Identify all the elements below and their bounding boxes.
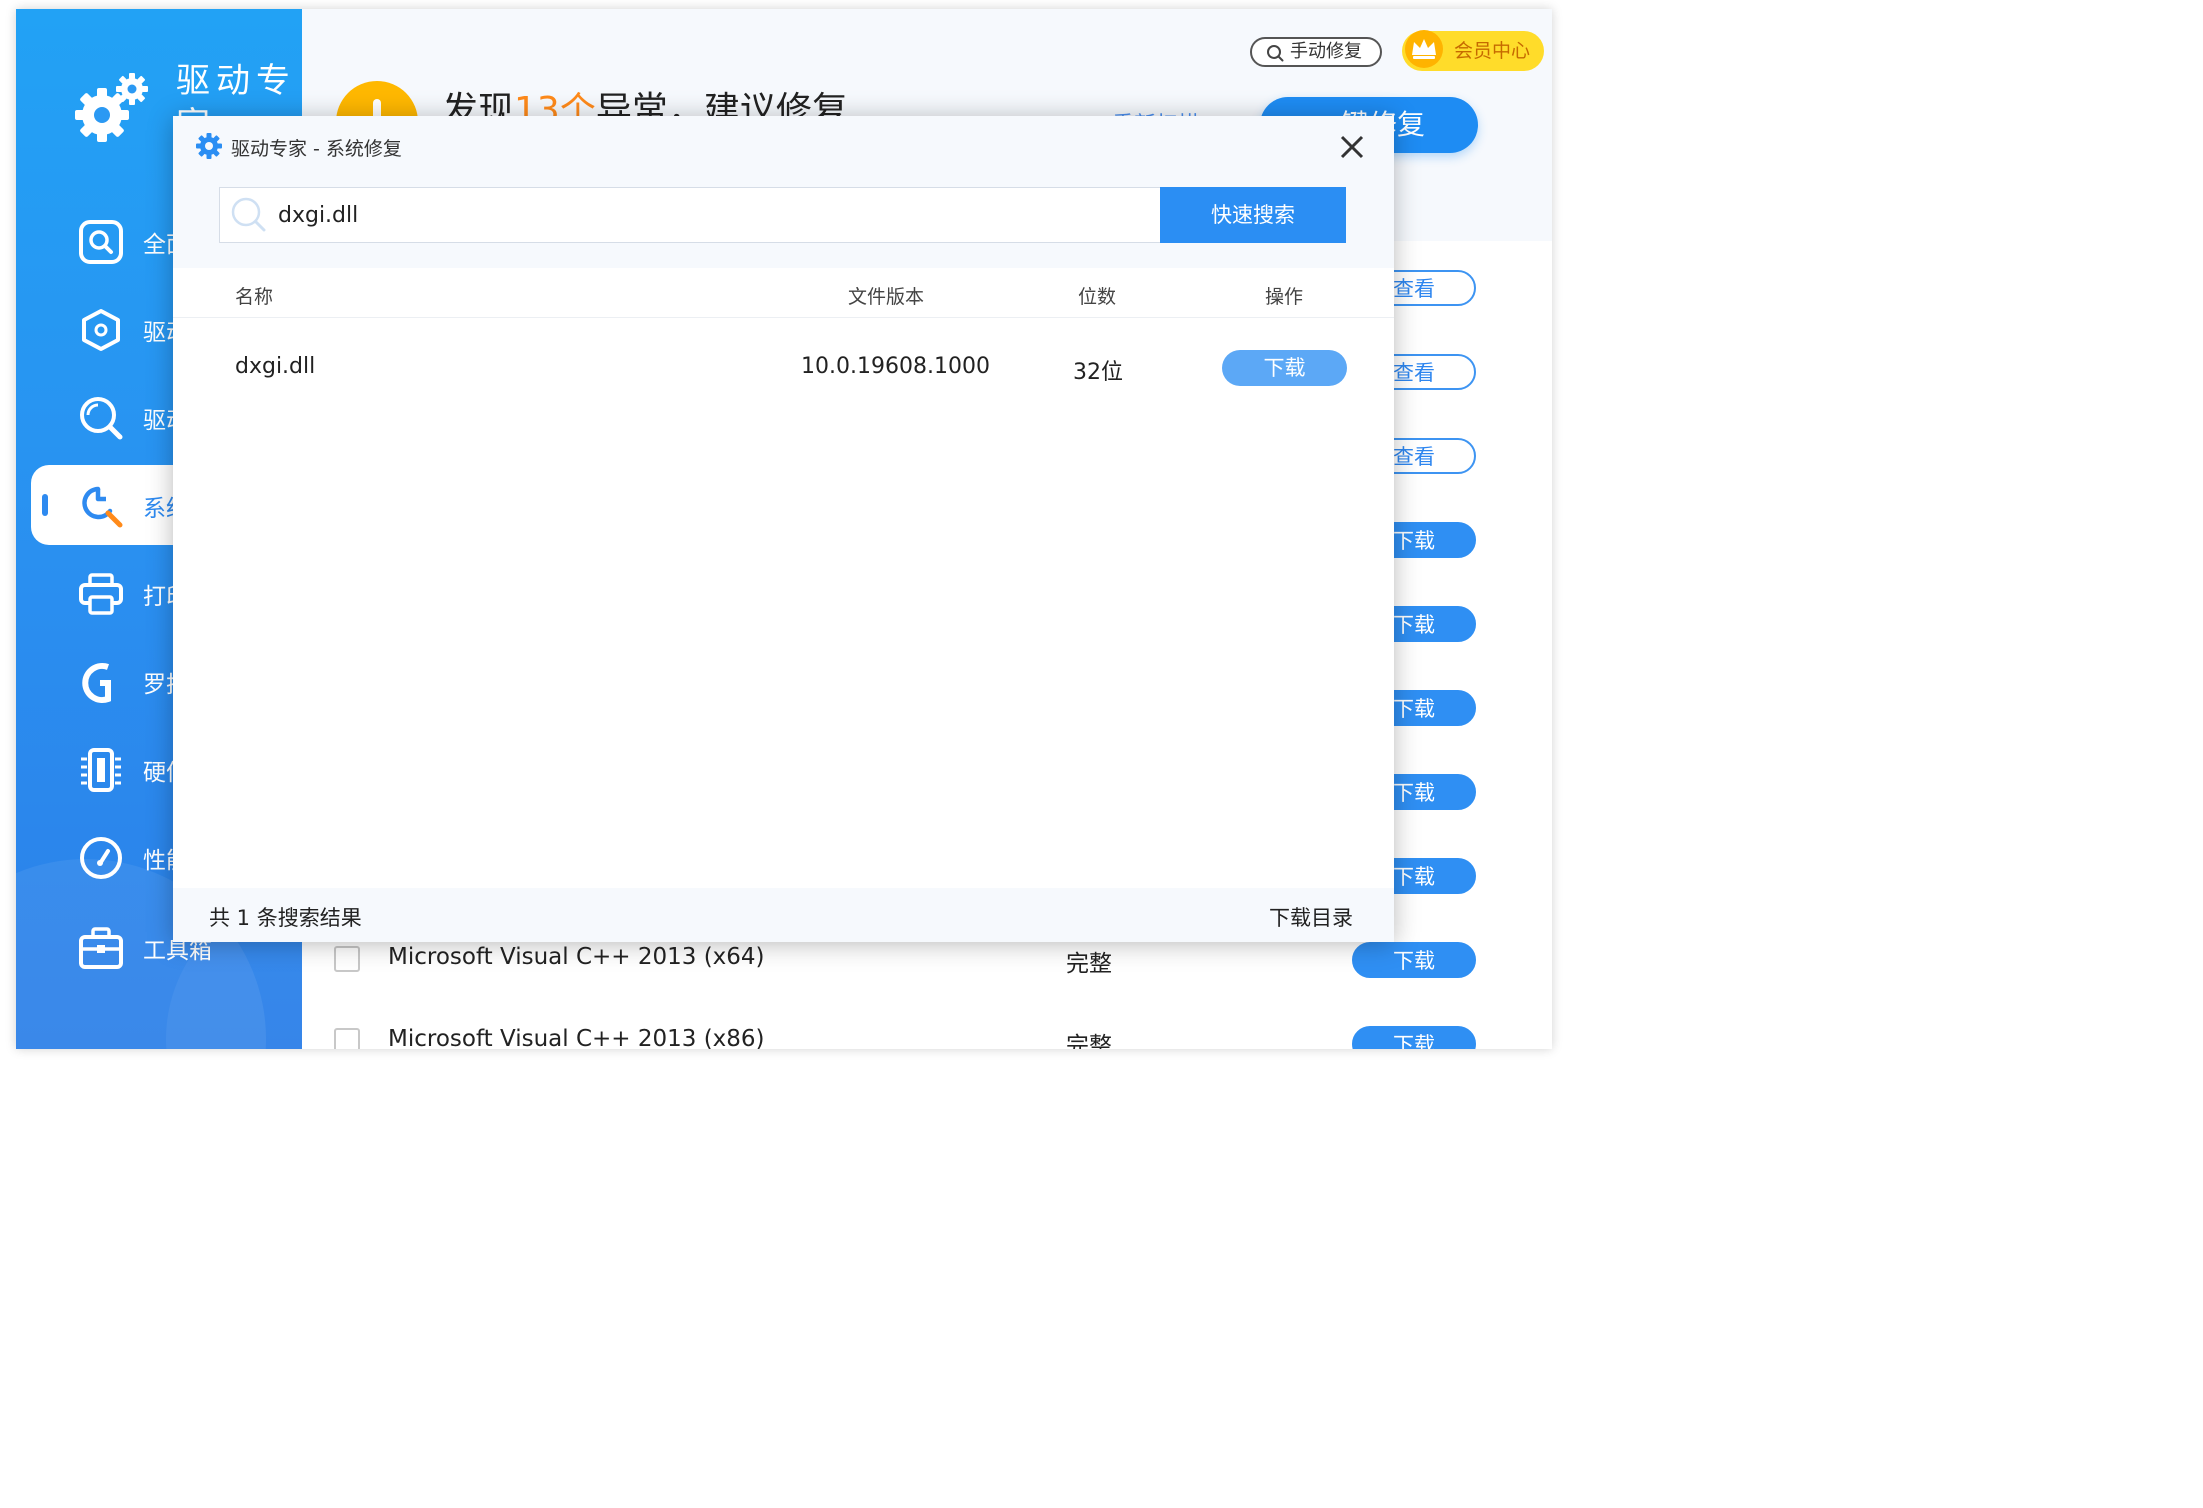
- search-box: [219, 187, 1161, 243]
- gear-icon: [196, 133, 222, 159]
- result-name: dxgi.dll: [235, 354, 316, 379]
- vip-center-label: 会员中心: [1454, 40, 1531, 62]
- result-version: 10.0.19608.1000: [801, 354, 990, 379]
- gauge-icon: [80, 837, 122, 879]
- column-header-bits: 位数: [1078, 286, 1117, 308]
- row-name: Microsoft Visual C++ 2013 (x86): [388, 1026, 765, 1049]
- result-bits: 32位: [1073, 360, 1123, 385]
- download-directory-link[interactable]: 下载目录: [1269, 902, 1353, 932]
- table-row: Microsoft Visual C++ 2013 (x86) 完整: [334, 1022, 1494, 1049]
- column-header-version: 文件版本: [848, 286, 925, 308]
- row-checkbox[interactable]: [334, 1028, 360, 1049]
- logitech-g-icon: [82, 663, 111, 703]
- divider: [173, 317, 1394, 318]
- manual-fix-button[interactable]: 手动修复: [1250, 37, 1382, 67]
- table-row: Microsoft Visual C++ 2013 (x64) 完整: [334, 940, 1494, 980]
- search-input[interactable]: [278, 196, 1138, 234]
- search-icon: [1267, 45, 1284, 62]
- chip-icon: [81, 748, 121, 792]
- column-header-name: 名称: [235, 286, 274, 308]
- result-count: 共 1 条搜索结果: [209, 906, 362, 930]
- toolbox-icon: [79, 927, 123, 969]
- quick-search-button[interactable]: 快速搜索: [1160, 187, 1346, 243]
- hexagon-icon: [82, 309, 120, 351]
- row-checkbox[interactable]: [334, 946, 360, 972]
- row-name: Microsoft Visual C++ 2013 (x64): [388, 944, 765, 970]
- row-status: 完整: [1066, 1033, 1112, 1049]
- vip-center-button[interactable]: 会员中心: [1402, 30, 1544, 71]
- gears-logo-icon: [75, 73, 148, 142]
- download-button[interactable]: 下载: [1222, 350, 1347, 386]
- search-icon: [80, 397, 123, 440]
- printer-icon: [79, 573, 123, 615]
- dialog-header: 驱动专家 - 系统修复 快速搜索: [173, 116, 1394, 268]
- column-header-action: 操作: [1265, 286, 1304, 308]
- row-status: 完整: [1066, 951, 1112, 977]
- dialog-title: 驱动专家 - 系统修复: [231, 138, 402, 160]
- system-repair-dialog: 驱动专家 - 系统修复 快速搜索 名称 文件版本 位数 操作 dxgi.dll …: [173, 116, 1394, 942]
- close-icon[interactable]: [1335, 130, 1369, 164]
- search-icon: [231, 197, 266, 232]
- dialog-footer: 共 1 条搜索结果 下载目录: [173, 888, 1394, 942]
- manual-fix-label: 手动修复: [1290, 41, 1362, 62]
- wrench-icon: [82, 486, 123, 528]
- crown-icon: [1405, 30, 1443, 68]
- magnifier-box-icon: [79, 220, 123, 264]
